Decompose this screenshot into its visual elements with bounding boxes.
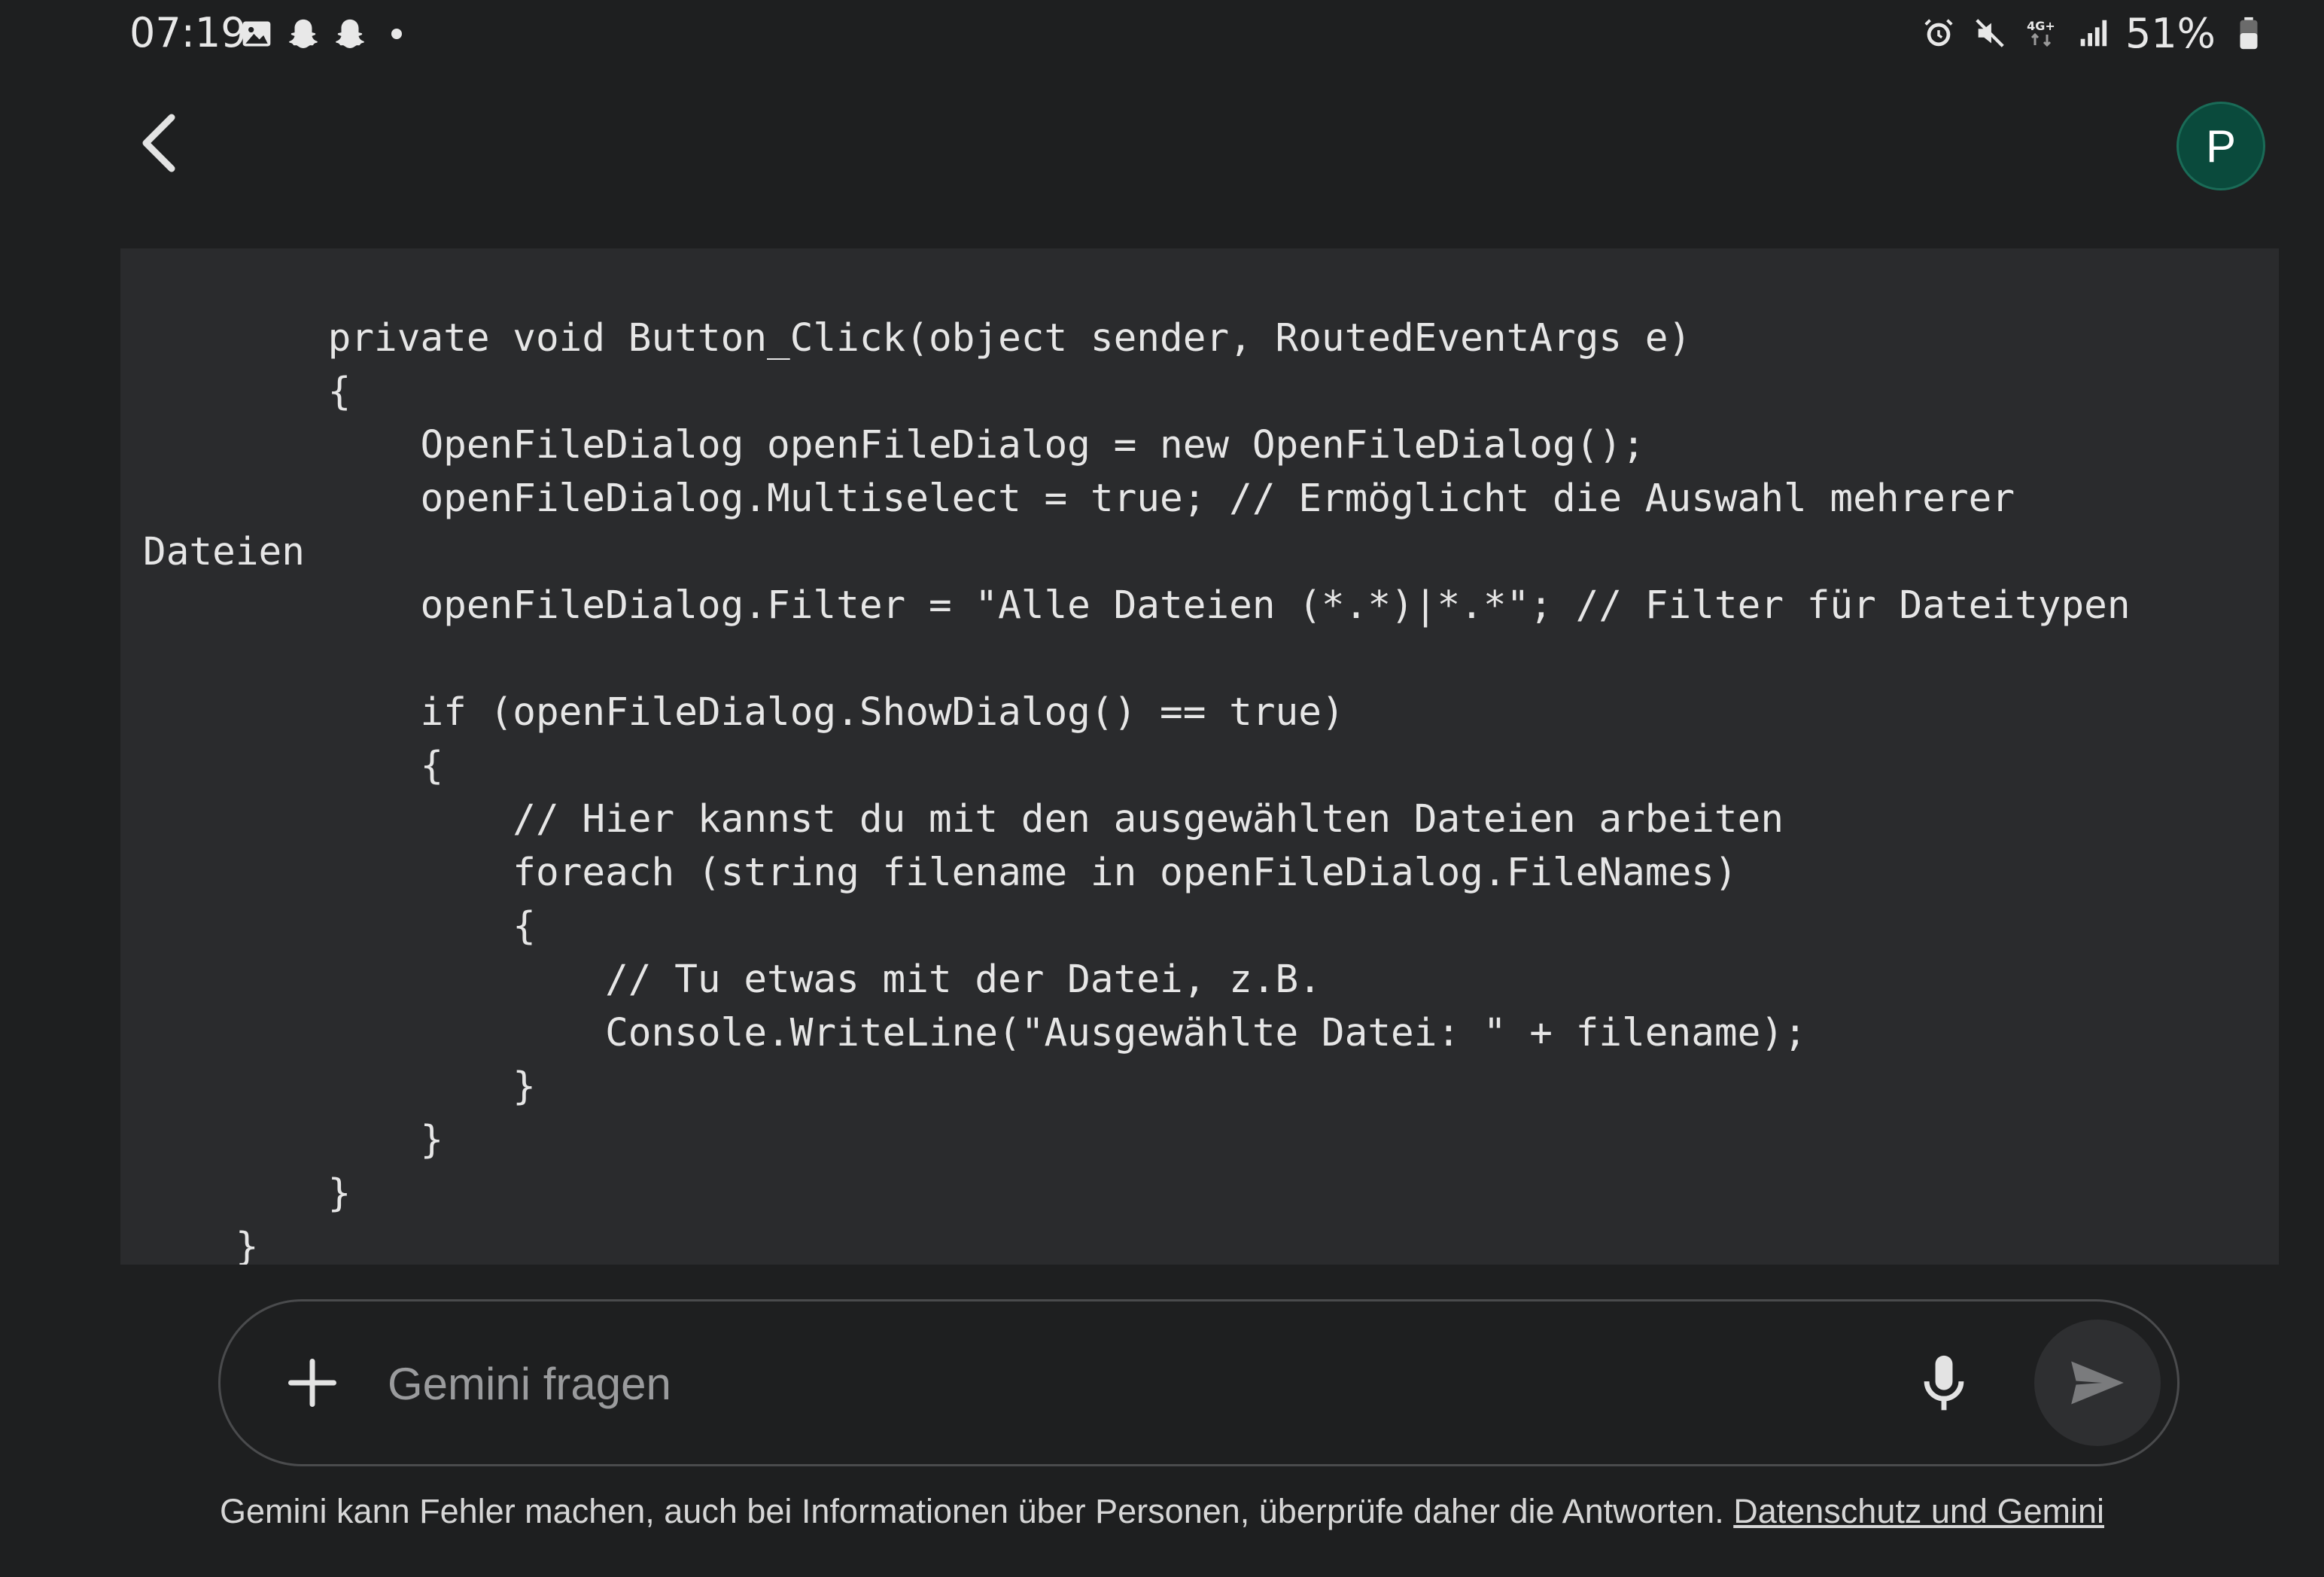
status-system-icons: 4G+ 51%	[1921, 9, 2267, 57]
code-line: Dateien	[143, 530, 305, 574]
status-notification-icons	[239, 15, 414, 53]
send-button[interactable]	[2034, 1320, 2161, 1446]
signal-icon	[2074, 15, 2110, 51]
battery-percent: 51%	[2125, 9, 2216, 57]
code-line: Console.WriteLine("Ausgewählte Datei: " …	[143, 1011, 1807, 1055]
avatar[interactable]: P	[2176, 102, 2265, 190]
code-line: }	[143, 1064, 536, 1109]
code-line: if (openFileDialog.ShowDialog() == true)	[143, 690, 1345, 735]
prompt-input[interactable]	[386, 1344, 1864, 1423]
back-button[interactable]	[120, 105, 196, 181]
alarm-icon	[1921, 15, 1957, 51]
send-icon	[2071, 1361, 2124, 1405]
status-bar: 07:19 4G+ 51%	[0, 0, 2324, 72]
code-line: openFileDialog.Filter = "Alle Dateien (*…	[143, 583, 2131, 628]
privacy-link[interactable]: Datenschutz und Gemini	[1733, 1492, 2104, 1530]
network-label: 4G+	[2027, 19, 2055, 33]
add-button[interactable]	[273, 1344, 351, 1422]
disclaimer-text: Gemini kann Fehler machen, auch bei Info…	[220, 1492, 1724, 1530]
mute-icon	[1972, 15, 2008, 51]
chevron-left-icon	[142, 114, 175, 172]
code-block: private void Button_Click(object sender,…	[120, 248, 2279, 1265]
snapchat-icon	[333, 17, 367, 51]
snapchat-icon	[286, 17, 321, 51]
code-line: private void Button_Click(object sender,…	[143, 316, 1692, 361]
code-line: {	[143, 904, 536, 948]
code-line: foreach (string filename in openFileDial…	[143, 851, 1738, 895]
microphone-icon	[1924, 1355, 1964, 1411]
code-line: OpenFileDialog openFileDialog = new Open…	[143, 423, 1645, 467]
code-line: // Hier kannst du mit den ausgewählten D…	[143, 797, 1784, 842]
plus-icon	[288, 1359, 336, 1407]
gallery-icon	[239, 17, 274, 51]
gemini-chat-screen: 07:19 4G+ 51% P private void Button_Clic…	[0, 0, 2324, 1577]
notification-dot-icon	[379, 17, 414, 51]
code-content: private void Button_Click(object sender,…	[143, 312, 2131, 1265]
code-line: }	[143, 1171, 351, 1216]
network-4g-plus-icon: 4G+	[2023, 15, 2059, 51]
code-line: {	[143, 370, 351, 414]
code-line: }	[143, 1225, 259, 1265]
prompt-bar	[218, 1299, 2180, 1466]
status-time: 07:19	[129, 9, 247, 56]
battery-icon	[2231, 15, 2267, 51]
code-line: }	[143, 1118, 444, 1162]
microphone-button[interactable]	[1906, 1347, 1982, 1422]
code-line: openFileDialog.Multiselect = true; // Er…	[143, 476, 2015, 521]
code-line: // Tu etwas mit der Datei, z.B.	[143, 957, 1322, 1002]
avatar-letter: P	[2205, 120, 2237, 172]
disclaimer: Gemini kann Fehler machen, auch bei Info…	[0, 1492, 2324, 1531]
code-line: {	[143, 744, 444, 788]
